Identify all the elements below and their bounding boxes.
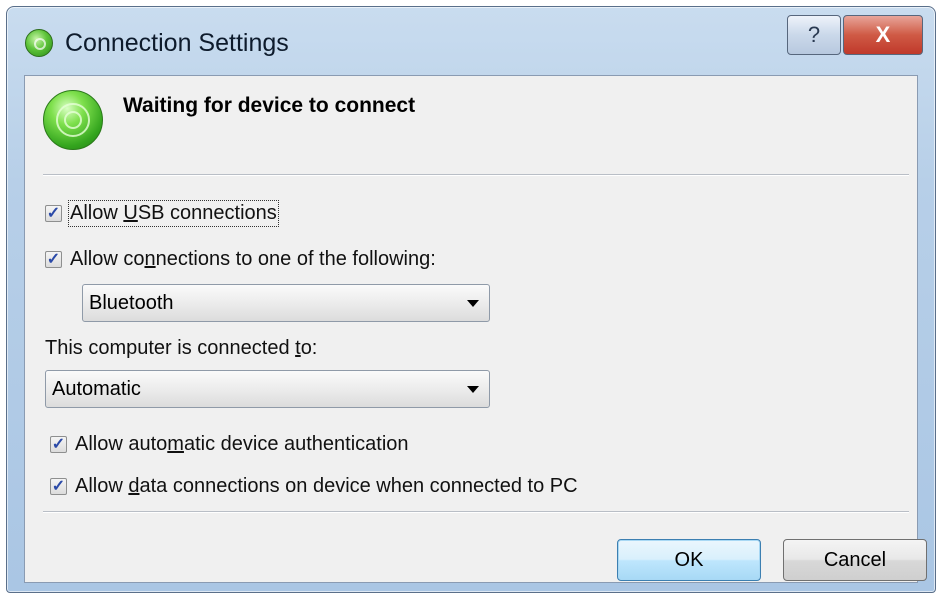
connected-to-select[interactable]: Automatic [45, 370, 490, 408]
connection-type-value: Bluetooth [89, 291, 174, 314]
connection-app-icon [25, 29, 53, 57]
status-title: Waiting for device to connect [123, 94, 416, 117]
ok-button[interactable]: OK [617, 539, 761, 581]
connection-type-select[interactable]: Bluetooth [82, 284, 490, 322]
status-icon-ring-inner [64, 111, 82, 129]
connected-to-label: This computer is connected to: [45, 337, 318, 359]
allow-following-checkbox[interactable]: ✓ [45, 251, 62, 268]
title-bar[interactable]: Connection Settings ? X [7, 7, 935, 75]
cancel-button[interactable]: Cancel [783, 539, 927, 581]
footer-separator [43, 511, 909, 513]
chevron-down-icon [467, 300, 479, 307]
dialog-window: Connection Settings ? X Waiting for devi… [6, 6, 936, 593]
allow-auth-option[interactable]: ✓ Allow automatic device authentication [50, 433, 409, 456]
chevron-down-icon [467, 386, 479, 393]
allow-data-label: Allow data connections on device when co… [75, 475, 578, 497]
allow-following-option[interactable]: ✓ Allow connections to one of the follow… [45, 248, 436, 271]
allow-data-option[interactable]: ✓ Allow data connections on device when … [50, 475, 578, 498]
dialog-body: Waiting for device to connect ✓ Allow US… [24, 75, 927, 583]
help-button[interactable]: ? [787, 15, 841, 55]
allow-data-checkbox[interactable]: ✓ [50, 478, 67, 495]
close-button[interactable]: X [843, 15, 923, 55]
allow-usb-label: Allow USB connections [68, 200, 279, 227]
allow-following-label: Allow connections to one of the followin… [70, 248, 436, 270]
window-title: Connection Settings [65, 29, 289, 57]
connection-status-icon [43, 90, 103, 150]
connected-to-value: Automatic [52, 377, 141, 400]
allow-usb-option[interactable]: ✓ Allow USB connections [45, 200, 279, 227]
allow-auth-label: Allow automatic device authentication [75, 433, 409, 455]
header-separator [43, 174, 909, 176]
allow-usb-checkbox[interactable]: ✓ [45, 205, 62, 222]
allow-auth-checkbox[interactable]: ✓ [50, 436, 67, 453]
